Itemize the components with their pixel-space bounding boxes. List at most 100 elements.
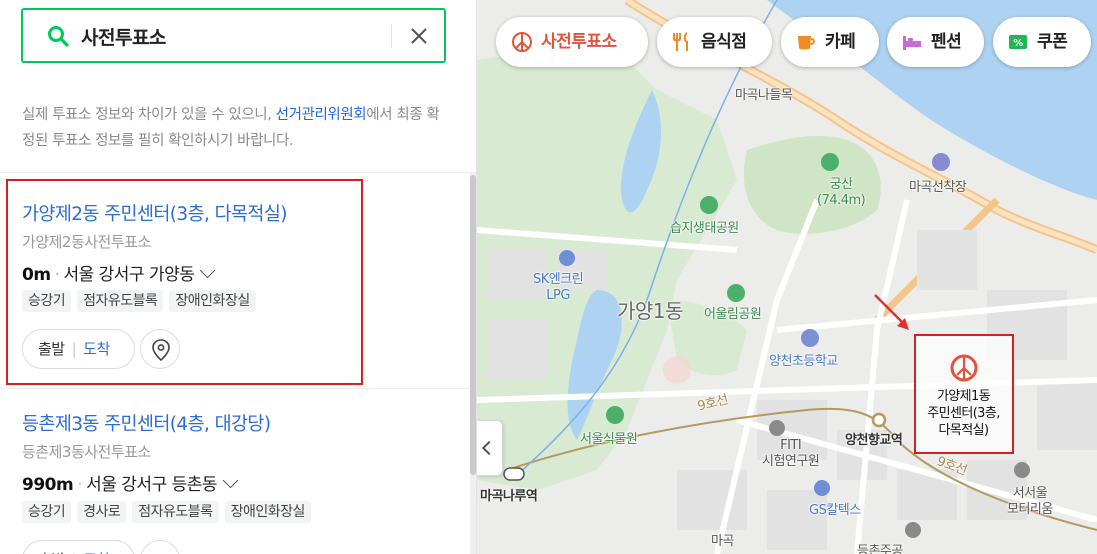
station-marker [503, 467, 525, 481]
route-arrive-button[interactable]: 도착 [83, 340, 110, 358]
facility-tag: 승강기 [22, 501, 72, 523]
map-label: 서서울 모터리움 [1007, 486, 1053, 518]
chip-coupon[interactable]: % 쿠폰 [993, 17, 1091, 67]
map-label-seoul-motel: 서서울 [1012, 486, 1048, 501]
search-input[interactable]: 사전투표소 [81, 23, 166, 50]
map-label: 서울식물원 [580, 432, 638, 447]
route-buttons: 출발|도착 [22, 329, 135, 369]
location-pin-button[interactable] [140, 540, 180, 554]
map-label: 마곡선착장 [909, 180, 967, 195]
election-commission-link[interactable]: 선거관리위원회 [276, 107, 367, 123]
ballot-icon [950, 354, 978, 382]
chip-cafe[interactable]: 카페 [781, 17, 879, 67]
gas-station-icon [559, 250, 575, 266]
map-label-gungsan-height: (74.4m) [817, 193, 866, 208]
route-start-button[interactable]: 출발 [38, 340, 65, 358]
chevron-down-icon[interactable] [200, 262, 216, 279]
svg-text:%: % [1013, 38, 1023, 49]
cup-icon [798, 36, 815, 50]
station-marker [871, 412, 887, 428]
result-address: 서울 강서구 가양동 [63, 265, 195, 285]
map-label: GS칼텍스 [809, 503, 861, 518]
building-icon [769, 420, 785, 436]
map-label-gungsan: 궁산 [829, 177, 853, 192]
map-label: 습지생태공원 [670, 221, 739, 236]
voting-place-marker[interactable]: 가양제1동 주민센터(3층, 다목적실) [914, 334, 1014, 454]
chip-label: 사전투표소 [541, 32, 617, 52]
facility-tag: 승강기 [22, 290, 72, 312]
scrollbar[interactable] [470, 173, 476, 554]
result-subtitle: 등촌제3동사전투표소 [22, 443, 151, 461]
location-pin-icon [152, 339, 170, 362]
search-icon [48, 26, 69, 47]
chip-label: 음식점 [701, 32, 747, 52]
coupon-icon: % [1009, 35, 1027, 49]
result-distance-address[interactable]: 990m · 서울 강서구 등촌동 [22, 470, 239, 495]
facility-tags: 승강기 점자유도블록 장애인화장실 [22, 290, 256, 312]
result-subtitle: 가양제2동사전투표소 [22, 233, 151, 251]
marker-line3: 다목적실) [938, 423, 990, 438]
map-app: 사전투표소 실제 투표소 정보와 차이가 있을 수 있으니, 선거관리위원회에서… [0, 0, 1097, 554]
gas-station-icon [814, 480, 830, 496]
fork-knife-icon [673, 32, 688, 51]
chip-restaurant[interactable]: 음식점 [657, 17, 772, 67]
voting-place-label: 가양제1동 주민센터(3층, 다목적실) [916, 388, 1011, 439]
route-buttons: 출발|도착 [22, 540, 135, 554]
ballot-icon [512, 32, 532, 52]
result-distance: 0m [22, 265, 51, 285]
map-label-seoul-motel-sub: 모터리움 [1007, 502, 1053, 517]
map-label: 궁산 (74.4m) [817, 177, 866, 209]
notice-text-before: 실제 투표소 정보와 차이가 있을 수 있으니, [22, 107, 276, 123]
chip-label: 카페 [825, 32, 856, 52]
chip-pension[interactable]: 펜션 [887, 17, 984, 67]
result-distance-address[interactable]: 0m · 서울 강서구 가양동 [22, 260, 216, 285]
map-label: 마곡나루역 [480, 489, 538, 504]
map-label: 양천향교역 [845, 433, 903, 448]
map-label: 어울림공원 [704, 307, 762, 322]
location-pin-button[interactable] [140, 329, 180, 369]
panel-collapse-button[interactable] [477, 420, 503, 476]
map-label-sk: SK엔크린 [533, 272, 584, 287]
scrollbar-thumb[interactable] [470, 175, 476, 475]
map-label: FITI 시험연구원 [762, 438, 820, 470]
search-box[interactable]: 사전투표소 [21, 8, 446, 63]
divider [0, 388, 476, 389]
map-label: 마곡 [711, 534, 734, 549]
building-icon [905, 522, 921, 538]
search-panel: 사전투표소 실제 투표소 정보와 차이가 있을 수 있으니, 선거관리위원회에서… [0, 0, 477, 554]
result-address: 서울 강서구 등촌동 [86, 475, 218, 495]
voting-marker-faded [663, 356, 691, 384]
facility-tag: 점자유도블록 [77, 290, 164, 312]
chip-voting[interactable]: 사전투표소 [496, 17, 648, 67]
result-title[interactable]: 가양제2동 주민센터(3층, 다목적실) [22, 200, 287, 226]
chevron-down-icon[interactable] [222, 472, 239, 489]
bed-icon [903, 36, 921, 50]
facility-tag: 점자유도블록 [132, 501, 219, 523]
map-canvas[interactable]: 마곡나들목 궁산 (74.4m) 마곡선착장 습지생태공원 SK엔크린 LPG 가양… [477, 0, 1097, 554]
map-label: SK엔크린 LPG [533, 272, 584, 304]
facility-tag: 장애인화장실 [169, 290, 256, 312]
result-distance: 990m [22, 475, 74, 495]
divider [0, 172, 476, 173]
map-label-fiti: FITI [780, 438, 802, 453]
map-label: 가양1동 [617, 299, 683, 323]
map-label-fiti-sub: 시험연구원 [762, 454, 820, 469]
result-title[interactable]: 등촌제3동 주민센터(4층, 대강당) [22, 410, 271, 436]
facility-tag: 장애인화장실 [224, 501, 311, 523]
building-icon [1014, 462, 1030, 478]
marker-name: 가양제1동 [936, 389, 991, 404]
chevron-left-icon [481, 440, 497, 456]
port-icon [932, 153, 950, 171]
map-label: 등촌주공 [857, 544, 903, 554]
search-divider [391, 24, 392, 48]
map-label: 양천초등학교 [769, 354, 838, 369]
school-icon [801, 329, 819, 347]
facility-tags: 승강기 경사로 점자유도블록 장애인화장실 [22, 501, 311, 523]
close-icon[interactable] [407, 24, 431, 48]
facility-tag: 경사로 [77, 501, 127, 523]
chip-label: 쿠폰 [1037, 32, 1068, 52]
notice-text: 실제 투표소 정보와 차이가 있을 수 있으니, 선거관리위원회에서 최종 확정… [22, 102, 452, 154]
chip-label: 펜션 [931, 32, 962, 52]
map-label: 마곡나들목 [735, 88, 793, 103]
marker-line2: 주민센터(3층, [927, 406, 1000, 421]
